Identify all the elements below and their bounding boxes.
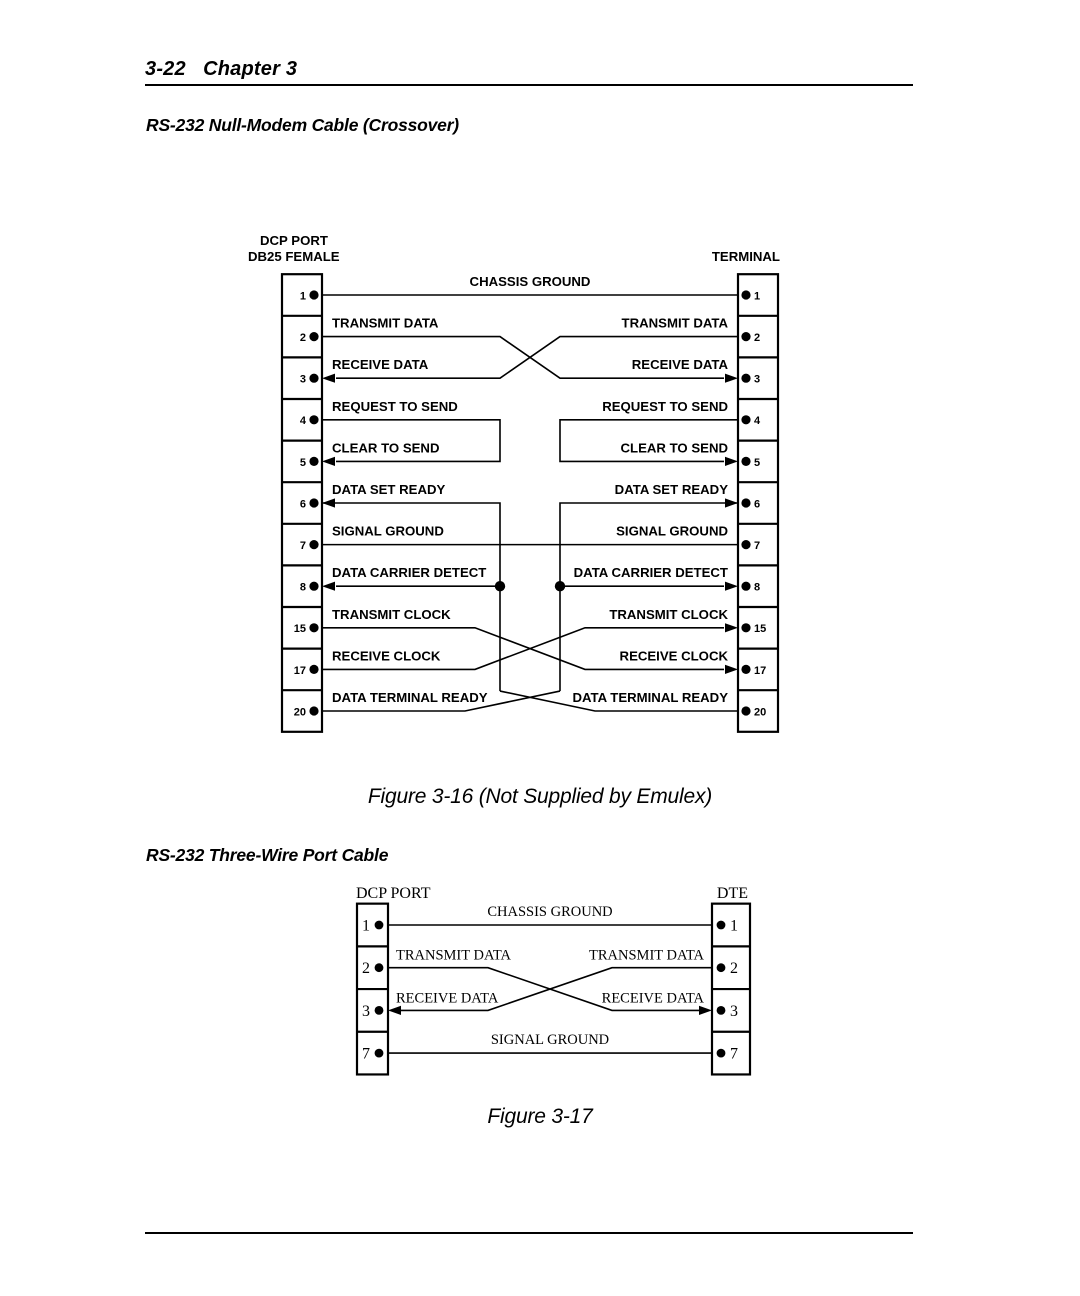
left-pin-dot-1 xyxy=(374,920,384,930)
right-pin-dot-1 xyxy=(716,920,726,930)
page-footer-rule xyxy=(145,1232,913,1234)
label-chassis-ground: CHASSIS GROUND xyxy=(487,904,612,920)
arrowhead-receive-data-right xyxy=(699,1005,712,1015)
label-receive-data-right: RECEIVE DATA xyxy=(602,990,705,1006)
right-pin-number-1: 1 xyxy=(730,918,738,935)
left-pin-number-7: 7 xyxy=(362,1046,370,1063)
left-pin-number-3: 3 xyxy=(362,1003,370,1020)
three-wire-diagram: DCP PORT DTE 1 1 2 2 3 3 7 7 CHASSIS GROUND TRANSMI… xyxy=(0,0,1080,1296)
left-pin-number-1: 1 xyxy=(362,918,370,935)
label-transmit-data-right: TRANSMIT DATA xyxy=(589,948,705,964)
right-pin-dot-3 xyxy=(716,1006,726,1015)
right-pin-dot-7 xyxy=(716,1048,726,1058)
left-pin-dot-7 xyxy=(374,1048,384,1058)
right-pin-number-7: 7 xyxy=(730,1046,738,1063)
right-connector-label: DTE xyxy=(717,885,748,902)
left-pin-dot-2 xyxy=(374,963,384,973)
left-pin-number-2: 2 xyxy=(362,960,370,977)
label-signal-ground: SIGNAL GROUND xyxy=(491,1032,609,1048)
label-transmit-data-left: TRANSMIT DATA xyxy=(396,948,512,964)
right-pin-dot-2 xyxy=(716,963,726,973)
figure-caption-3-17: Figure 3-17 xyxy=(487,1105,593,1128)
label-receive-data-left: RECEIVE DATA xyxy=(396,990,499,1006)
left-connector-label: DCP PORT xyxy=(356,885,431,902)
arrowhead-receive-data-left xyxy=(388,1005,401,1015)
right-pin-number-2: 2 xyxy=(730,960,738,977)
right-pin-number-3: 3 xyxy=(730,1003,738,1020)
left-pin-dot-3 xyxy=(374,1006,384,1015)
three-wire-svg: DCP PORT DTE 1 1 2 2 3 3 7 7 CHASSIS GROUND TRANSMI… xyxy=(355,885,752,1076)
